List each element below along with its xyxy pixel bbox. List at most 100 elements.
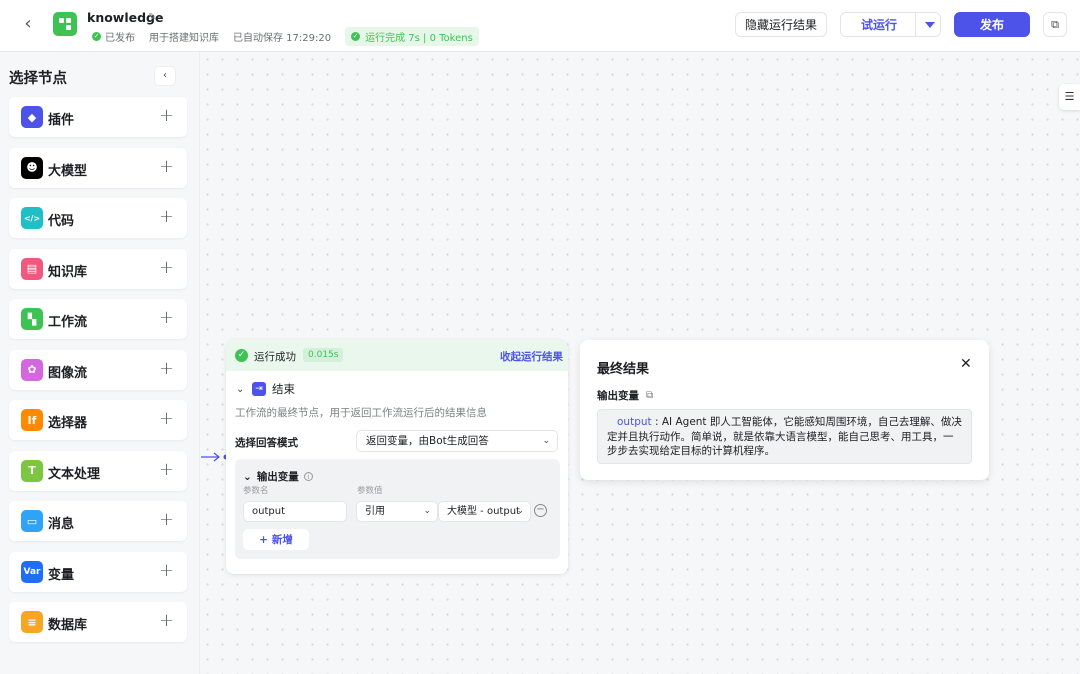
- app-purpose: 用于搭建知识库: [149, 33, 219, 44]
- publish-button[interactable]: 发布: [954, 12, 1030, 37]
- plus-icon[interactable]: +: [159, 408, 174, 429]
- add-variable-button[interactable]: + 新增: [243, 529, 309, 550]
- plus-icon[interactable]: +: [159, 307, 174, 328]
- sidebar-item-label: 文本处理: [48, 466, 101, 482]
- result-value: : AI Agent 即人工智能体，它能感知周围环境，自己去理解、做决定并且执行…: [607, 416, 962, 457]
- sidebar-item-label: 知识库: [48, 264, 88, 280]
- chevron-down-icon: ⌄: [516, 506, 524, 516]
- sidebar-item-label: 图像流: [48, 365, 88, 381]
- close-icon[interactable]: ✕: [960, 356, 972, 372]
- panel-toggle-icon[interactable]: ☰: [1059, 84, 1080, 110]
- node-run-status-bar: ✓ 运行成功 0.015s 收起运行结果: [226, 340, 568, 371]
- publish-status-text: 已发布: [105, 33, 135, 44]
- run-success-text: 运行成功: [254, 351, 296, 363]
- plus-icon[interactable]: +: [159, 358, 174, 379]
- copy-icon[interactable]: ⧉: [646, 390, 653, 401]
- sidebar-item-label: 工作流: [48, 315, 88, 330]
- result-subtitle: 输出变量 ⧉: [597, 388, 653, 403]
- top-header: ‹ knowledge ✎ ✓ 已发布 用于搭建知识库 已自动保存 17:29:2…: [0, 0, 1080, 52]
- output-variables-panel: ⌄ 输出变量 i 参数名 参数值 output 引用 ⌄ 大模型 - outpu…: [235, 459, 560, 559]
- autosave-time: 已自动保存 17:29:20: [233, 33, 332, 44]
- answer-mode-select[interactable]: 返回变量，由Bot生成回答 ⌄: [356, 430, 558, 452]
- result-key: output: [617, 416, 652, 428]
- sidebar-item-1[interactable]: ☻ 大模型 +: [9, 147, 187, 188]
- chevron-down-icon[interactable]: ⌄: [236, 384, 246, 395]
- chevron-down-icon: ⌄: [542, 436, 550, 446]
- end-node[interactable]: ✓ 运行成功 0.015s 收起运行结果 ⌄ ⇥ 结束 工作流的最终节点，用于返…: [226, 340, 568, 574]
- output-variables-title[interactable]: ⌄ 输出变量 i: [243, 469, 313, 484]
- sidebar-item-3[interactable]: ▤ 知识库 +: [9, 248, 187, 289]
- plus-icon[interactable]: +: [159, 560, 174, 581]
- workflow-app-icon: [53, 12, 77, 36]
- param-value-header: 参数值: [357, 486, 383, 496]
- plus-icon[interactable]: +: [159, 206, 174, 227]
- end-node-icon: ⇥: [252, 382, 266, 396]
- message-icon: ▭: [21, 510, 43, 532]
- plus-icon[interactable]: +: [159, 156, 174, 177]
- test-run-label: 试运行: [861, 18, 898, 32]
- back-icon[interactable]: ‹: [18, 14, 38, 34]
- plus-icon[interactable]: +: [159, 459, 174, 480]
- check-circle-icon: ✓: [235, 349, 248, 362]
- copy-icon[interactable]: ⧉: [1043, 12, 1067, 37]
- test-run-button[interactable]: 试运行: [840, 12, 941, 37]
- plus-icon[interactable]: +: [159, 257, 174, 278]
- info-icon[interactable]: i: [303, 472, 313, 481]
- sidebar-item-8[interactable]: ▭ 消息 +: [9, 501, 187, 541]
- param-ref-select[interactable]: 大模型 - output ⌄: [438, 501, 531, 522]
- if-icon: If: [21, 409, 43, 431]
- llm-face-icon: ☻: [21, 156, 43, 179]
- node-title-text: 结束: [272, 382, 295, 396]
- sidebar-item-5[interactable]: ✿ 图像流 +: [9, 349, 187, 390]
- plus-icon[interactable]: +: [159, 610, 174, 631]
- param-type-select[interactable]: 引用 ⌄: [356, 501, 438, 522]
- sidebar-item-label: 选择器: [48, 416, 88, 431]
- publish-status: ✓ 已发布: [92, 29, 135, 44]
- node-sidebar: 选择节点 ‹ ◆ 插件 + ☻ 大模型 + </> 代码 + ▤ 知识库 + ▚ 工作流 + ✿ 图像流 + If 选…: [0, 52, 200, 674]
- answer-mode-label: 选择回答模式: [235, 437, 298, 449]
- sidebar-item-0[interactable]: ◆ 插件 +: [9, 97, 187, 137]
- sidebar-item-7[interactable]: T 文本处理 +: [9, 450, 187, 491]
- app-meta: ✓ 已发布 用于搭建知识库 已自动保存 17:29:20 ✓ 运行完成 7s | 0…: [92, 27, 479, 46]
- text-process-icon: T: [21, 459, 43, 482]
- chevron-down-icon: ⌄: [423, 506, 431, 516]
- node-title[interactable]: ⌄ ⇥ 结束: [236, 381, 295, 397]
- sidebar-item-4[interactable]: ▚ 工作流 +: [9, 299, 187, 339]
- collapse-result-link[interactable]: 收起运行结果: [500, 349, 563, 364]
- check-circle-icon: ✓: [351, 32, 361, 41]
- hide-result-button[interactable]: 隐藏运行结果: [735, 12, 827, 37]
- sidebar-item-9[interactable]: Var 变量 +: [9, 551, 187, 592]
- check-circle-icon: ✓: [92, 32, 101, 41]
- remove-icon[interactable]: −: [534, 504, 547, 517]
- code-icon: </>: [21, 207, 43, 229]
- var-icon: Var: [21, 560, 43, 583]
- param-name-header: 参数名: [243, 486, 269, 496]
- sidebar-item-label: 代码: [48, 214, 75, 229]
- final-result-panel: 最终结果 ✕ 输出变量 ⧉ output : AI Agent 即人工智能体，它…: [580, 340, 989, 480]
- plus-icon: +: [259, 533, 268, 546]
- run-status-text: 运行完成 7s | 0 Tokens: [365, 33, 473, 44]
- chevron-down-icon[interactable]: ⌄: [243, 471, 252, 483]
- book-icon: ▤: [21, 257, 43, 280]
- edit-icon[interactable]: ✎: [148, 12, 158, 23]
- collapse-icon[interactable]: ‹: [155, 67, 175, 85]
- caret-down-icon[interactable]: [925, 22, 935, 28]
- node-description: 工作流的最终节点，用于返回工作流运行后的结果信息: [235, 407, 487, 419]
- sidebar-title: 选择节点: [9, 71, 67, 87]
- plus-icon[interactable]: +: [159, 509, 174, 530]
- database-icon: ≡: [21, 611, 43, 633]
- sidebar-item-6[interactable]: If 选择器 +: [9, 400, 187, 440]
- sidebar-item-label: 插件: [48, 113, 75, 128]
- result-subtitle-text: 输出变量: [597, 390, 639, 402]
- sidebar-item-2[interactable]: </> 代码 +: [9, 198, 187, 238]
- param-ref-value: 大模型 - output: [447, 506, 520, 517]
- param-name-input[interactable]: output: [243, 501, 347, 522]
- plus-icon[interactable]: +: [159, 105, 174, 126]
- cube-icon: ◆: [21, 106, 43, 128]
- run-time-badge: 0.015s: [303, 348, 344, 362]
- workflow-icon: ▚: [21, 308, 43, 330]
- sidebar-item-label: 大模型: [48, 163, 88, 179]
- run-status-badge: ✓ 运行完成 7s | 0 Tokens: [345, 27, 479, 46]
- output-title-text: 输出变量: [256, 471, 299, 483]
- sidebar-item-10[interactable]: ≡ 数据库 +: [9, 602, 187, 642]
